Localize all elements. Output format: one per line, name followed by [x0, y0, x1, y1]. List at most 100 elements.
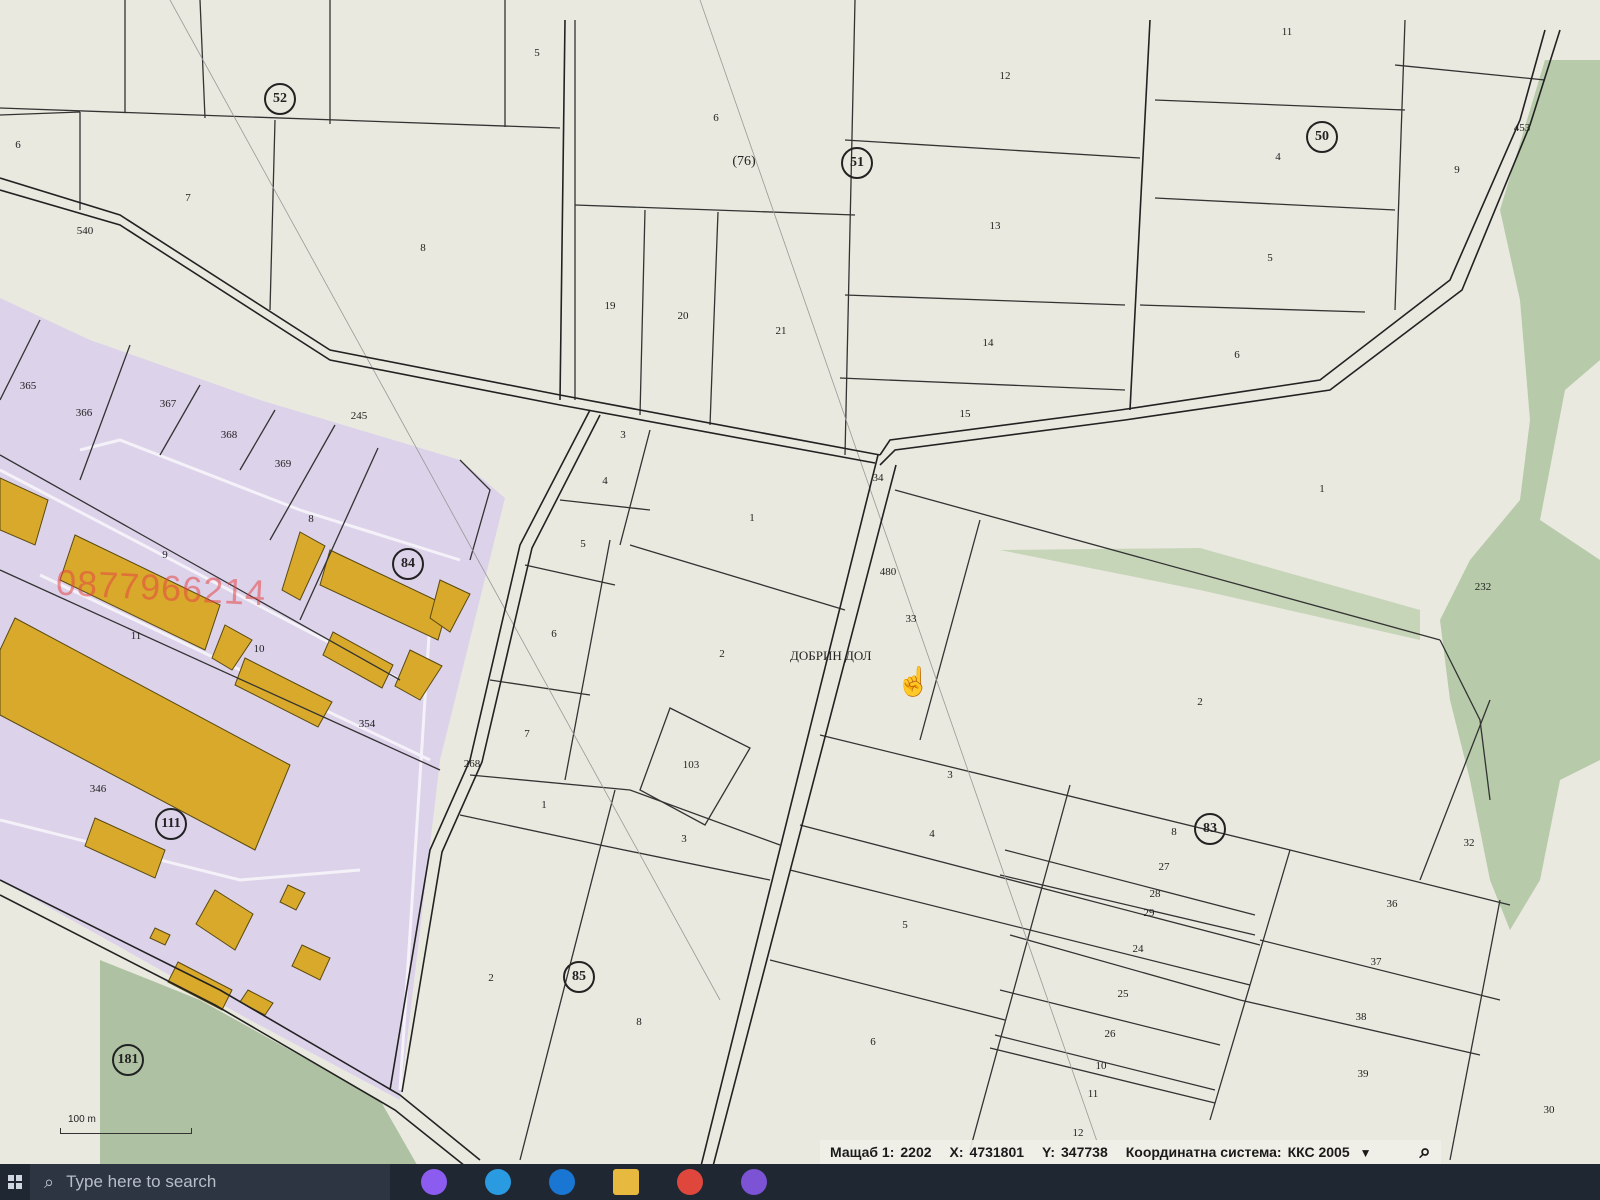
parcel-label: 32 — [1463, 837, 1475, 849]
parcel-label: 8 — [636, 1016, 642, 1028]
parcel-label: 2 — [719, 648, 725, 660]
parcel-label: 346 — [89, 783, 107, 795]
crs-selector[interactable]: Координатна система: ККС 2005 ▼ — [1126, 1144, 1372, 1160]
parcel-label: 12 — [1072, 1127, 1084, 1139]
parcel-label: 5 — [534, 47, 540, 59]
block-badge: 111 — [155, 808, 187, 840]
parcel-label: 367 — [159, 398, 177, 410]
parcel-label: 2 — [1197, 696, 1203, 708]
file-explorer-icon[interactable] — [606, 1164, 646, 1200]
block-badge: 85 — [563, 961, 595, 993]
parcel-label: 36 — [1386, 898, 1398, 910]
parcel-label: 6 — [1234, 349, 1240, 361]
parcel-label: 26 — [1104, 1028, 1116, 1040]
edge-icon[interactable] — [478, 1164, 518, 1200]
scale-bar: 100 m — [60, 1114, 192, 1134]
parcel-label: 480 — [879, 566, 897, 578]
parcel-label: 30 — [1543, 1104, 1555, 1116]
parcel-label: 11 — [1281, 26, 1293, 38]
parcel-label: 8 — [420, 242, 426, 254]
parcel-label: 5 — [902, 919, 908, 931]
windows-taskbar: ⌕ Type here to search — [0, 1164, 1600, 1200]
parcel-label: 14 — [982, 337, 994, 349]
parcel-label: 268 — [463, 758, 481, 770]
parcel-label: 1 — [1319, 483, 1325, 495]
parcel-label: 5 — [1267, 252, 1273, 264]
viber-icon[interactable] — [734, 1164, 774, 1200]
parcel-label: 11 — [130, 630, 142, 642]
parcel-label: 39 — [1357, 1068, 1369, 1080]
meadow-strip — [1000, 548, 1420, 640]
status-bar: Мащаб 1: 2202 X: 4731801 Y: 347738 Координа… — [820, 1140, 1441, 1164]
windows-start-icon[interactable] — [0, 1164, 30, 1200]
parcel-label: 3 — [947, 769, 953, 781]
parcel-label: 37 — [1370, 956, 1382, 968]
parcel-label: 20 — [677, 310, 689, 322]
parcel-label: 15 — [959, 408, 971, 420]
y-coordinate: Y: 347738 — [1042, 1144, 1108, 1160]
parcel-label: 1 — [749, 512, 755, 524]
parcel-label: 6 — [870, 1036, 876, 1048]
parcel-label: 21 — [775, 325, 787, 337]
parcel-label: 10 — [1095, 1060, 1107, 1072]
parcel-label: 4 — [602, 475, 608, 487]
block-badge: 83 — [1194, 813, 1226, 845]
block-badge: 84 — [392, 548, 424, 580]
parcel-label: 19 — [604, 300, 616, 312]
hand-cursor-icon: ☝ — [896, 666, 931, 697]
parcel-label: 1 — [541, 799, 547, 811]
parcel-label: 12 — [999, 70, 1011, 82]
parcel-label: 354 — [358, 718, 376, 730]
parcel-label: 8 — [1171, 826, 1177, 838]
parcel-label: 4 — [1275, 151, 1281, 163]
parcel-label: 368 — [220, 429, 238, 441]
block-badge: 52 — [264, 83, 296, 115]
scale-readout: Мащаб 1: 2202 — [830, 1144, 932, 1160]
parcel-label: 3 — [681, 833, 687, 845]
parcel-label: 365 — [19, 380, 37, 392]
parcel-label: 25 — [1117, 988, 1129, 1000]
forest-area — [1440, 60, 1600, 930]
parcel-label: 6 — [15, 139, 21, 151]
parcel-label: 9 — [162, 549, 168, 561]
block-badge: 181 — [112, 1044, 144, 1076]
parcel-label: 33 — [905, 613, 917, 625]
parcel-label: 13 — [989, 220, 1001, 232]
x-coordinate: X: 4731801 — [949, 1144, 1025, 1160]
parcel-label: 8 — [308, 513, 314, 525]
parcel-label: 34 — [872, 472, 884, 484]
parcel-label: 24 — [1132, 943, 1144, 955]
parcel-label: 5 — [580, 538, 586, 550]
parcel-label: 9 — [1454, 164, 1460, 176]
parcel-label: 6 — [713, 112, 719, 124]
parcel-label: 369 — [274, 458, 292, 470]
parcel-label: 2 — [488, 972, 494, 984]
parcel-label: 6 — [551, 628, 557, 640]
parcel-label: 11 — [1087, 1088, 1099, 1100]
cadastral-map[interactable]: 6 7 8 5 6 12 11 4 9 453 13 5 14 6 19 20 … — [0, 0, 1600, 1200]
parcel-label: 38 — [1355, 1011, 1367, 1023]
village-name: ДОБРИН ДОЛ — [790, 648, 872, 663]
parcel-label: 7 — [185, 192, 191, 204]
parcel-label: 3 — [620, 429, 626, 441]
chevron-down-icon[interactable]: ▼ — [1360, 1146, 1372, 1160]
block-badge: 51 — [841, 147, 873, 179]
outlook-icon[interactable] — [542, 1164, 582, 1200]
block-label: (76) — [732, 154, 756, 169]
parcel-label: 10 — [253, 643, 265, 655]
copilot-icon[interactable] — [414, 1164, 454, 1200]
scale-bar-label: 100 m — [68, 1114, 96, 1125]
parcel-label: 366 — [75, 407, 93, 419]
scale-bar-line — [60, 1128, 192, 1134]
parcel-label: 4 — [929, 828, 935, 840]
parcel-label: 232 — [1474, 581, 1492, 593]
parcel-label: 29 — [1143, 907, 1155, 919]
parcel-label: 540 — [76, 225, 94, 237]
parcel-label: 453 — [1513, 122, 1531, 134]
parcel-label: 7 — [524, 728, 530, 740]
parcel-label: 27 — [1158, 861, 1170, 873]
parcel-label: 28 — [1149, 888, 1161, 900]
chrome-icon[interactable] — [670, 1164, 710, 1200]
taskbar-search[interactable]: ⌕ Type here to search — [30, 1164, 390, 1200]
magnifier-icon[interactable]: ⌕ — [1420, 1141, 1431, 1164]
